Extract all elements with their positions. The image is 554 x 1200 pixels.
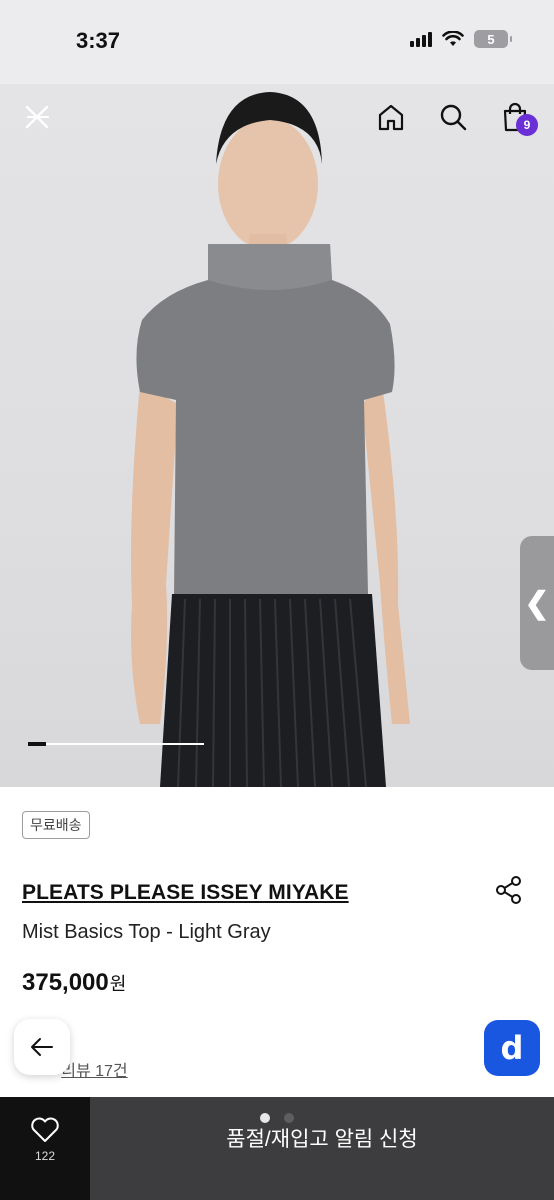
page-dot [284,1113,294,1123]
battery-icon: 5 [474,30,512,48]
status-bar: 3:37 5 [0,0,554,84]
shopping-bag-icon[interactable]: 9 [498,100,538,136]
side-panel-handle[interactable]: ❮ [520,536,554,670]
signal-icon [410,31,432,47]
product-info: 무료배송 PLEATS PLEASE ISSEY MIYAKE Mist Bas… [0,787,554,1097]
brand-link[interactable]: PLEATS PLEASE ISSEY MIYAKE [22,881,349,905]
reviews-link[interactable]: 리뷰 17건 [61,1057,127,1081]
like-button[interactable]: 122 [0,1097,90,1200]
page-dot-active [260,1113,270,1123]
d-app-button[interactable]: d [484,1020,540,1076]
status-icons: 5 [410,30,512,48]
close-back-icon[interactable] [20,100,54,134]
product-photo [131,92,410,787]
arrow-left-icon [31,1038,53,1056]
search-icon[interactable] [436,100,470,134]
restock-alert-button[interactable]: 품절/재입고 알림 신청 [90,1097,554,1200]
price-unit: 원 [109,974,127,994]
like-count: 122 [34,1149,56,1163]
bottom-action-bar: 122 품절/재입고 알림 신청 [0,1097,554,1200]
back-button[interactable] [14,1019,70,1075]
product-price: 375,000원 [22,969,126,997]
chevron-left-icon: ❮ [524,586,550,620]
gallery-progress-bar [28,742,204,746]
gallery-progress-fill [28,742,46,746]
page-indicator [260,1113,294,1123]
restock-alert-label: 품절/재입고 알림 신청 [226,1128,418,1151]
product-name: Mist Basics Top - Light Gray [22,921,271,943]
cart-count-badge: 9 [516,114,538,136]
top-toolbar: 9 [0,84,554,154]
share-icon[interactable] [494,875,524,905]
heart-icon [31,1117,59,1142]
wifi-icon [442,31,464,46]
price-value: 375,000 [22,969,109,996]
status-time: 3:37 [76,28,121,53]
free-shipping-badge: 무료배송 [22,811,90,839]
home-icon[interactable] [374,100,408,134]
product-image-gallery[interactable]: 9 ❮ [0,84,554,787]
